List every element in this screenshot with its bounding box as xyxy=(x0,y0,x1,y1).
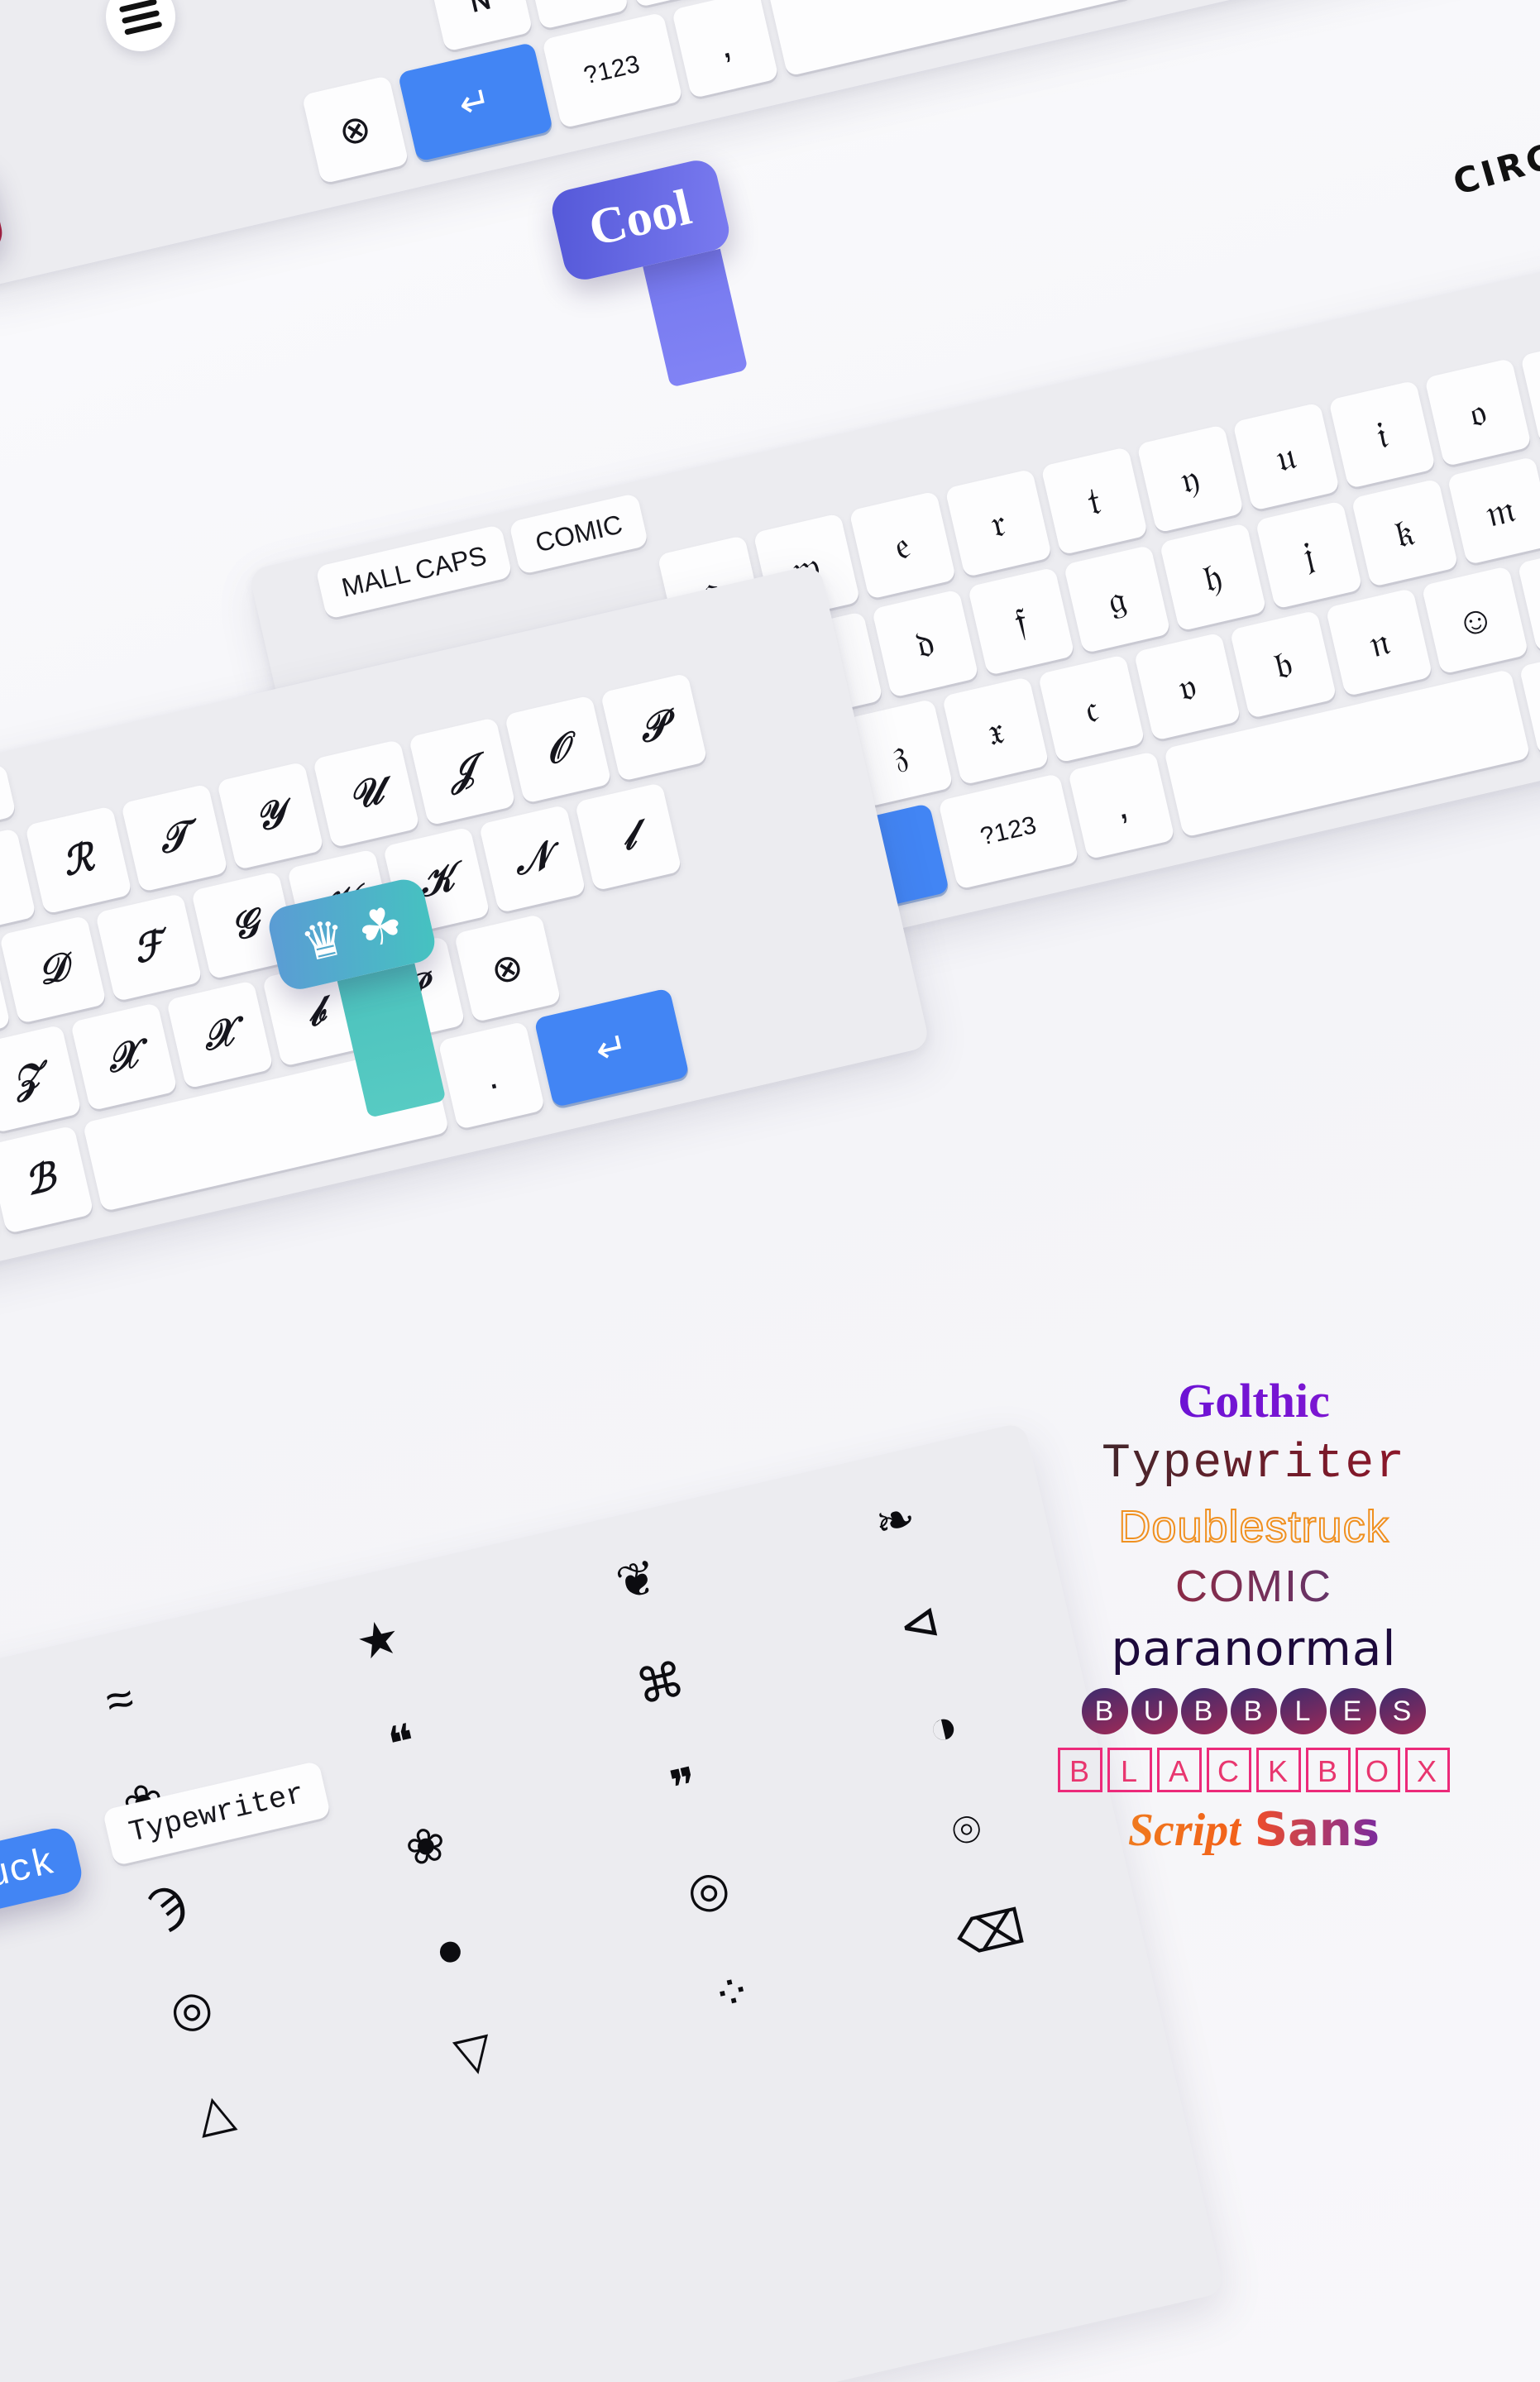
key-d[interactable]: 𝔡 xyxy=(871,589,979,698)
promo-canvas: ter ℙ ℚ ᴡ Ɛ ʀ ᴛ ʏ ᴜ ɪ ᴏ ᴘ ⓞ Α Ｓ Ｄ Ｆ ɢ ᴴ … xyxy=(0,0,1540,2382)
key-f[interactable]: ℱ xyxy=(94,892,203,1002)
key-x[interactable]: 𝔵 xyxy=(941,676,1050,786)
key-comma[interactable]: , xyxy=(671,0,779,99)
key-r[interactable]: ℛ xyxy=(24,806,132,915)
key-m[interactable]: 𝔫 xyxy=(1325,587,1433,697)
font-style-list: Golthic Typewriter Doublestruck COMIC pa… xyxy=(973,1375,1502,1868)
key-l[interactable]: 𝔪 xyxy=(1447,456,1540,566)
font-name-bubbles: BUBBLES xyxy=(1006,1687,1502,1735)
font-name-gothic: Golthic xyxy=(1006,1375,1502,1427)
key-b[interactable]: 𝔟 xyxy=(1229,610,1337,720)
key-b[interactable]: 𝒳 xyxy=(165,980,274,1089)
key-numbers[interactable]: ?123 xyxy=(541,12,683,129)
font-name-typewriter: Typewriter xyxy=(1006,1439,1502,1490)
circle-font-label: CIRC xyxy=(1449,135,1540,203)
key-k[interactable]: 𝔨 xyxy=(1351,478,1459,588)
blackbox-letter: O xyxy=(1356,1748,1400,1793)
bubble-letter: L xyxy=(1280,1688,1327,1735)
key-x[interactable]: 𝒳 xyxy=(69,1002,178,1112)
font-name-comic: COMIC xyxy=(1006,1563,1502,1610)
blackbox-letter: K xyxy=(1256,1748,1301,1793)
key-p[interactable]: 𝒫 xyxy=(600,672,708,782)
key-k[interactable]: 𝒩 xyxy=(478,804,586,914)
font-name-script-sans: Script Sans xyxy=(1006,1806,1502,1855)
bubble-letter: U xyxy=(1131,1688,1178,1735)
bubble-letter: B xyxy=(1231,1688,1277,1735)
key-u[interactable]: 𝔲 xyxy=(1232,402,1340,511)
key-o[interactable]: 𝒪 xyxy=(504,695,612,804)
cool-tooltip: Cool xyxy=(548,156,761,404)
blackbox-letter: X xyxy=(1405,1748,1450,1793)
serif-script-keyboard[interactable]: Serif Serif Se 𝒬 𝒲 ℰ ℛ 𝒯 𝒴 𝒰 𝒥 𝒪 𝒫 𝒜 𝒮 𝒟… xyxy=(0,563,931,1335)
font-name-blackbox: BLACKBOX xyxy=(1006,1748,1502,1793)
blackbox-letter: L xyxy=(1107,1748,1152,1793)
key-N[interactable]: ɴ xyxy=(425,0,533,52)
key-r[interactable]: 𝔯 xyxy=(944,468,1052,578)
key-numbers[interactable]: ?123 xyxy=(938,772,1079,890)
key-space[interactable] xyxy=(767,0,1135,77)
key-f[interactable]: 𝔣 xyxy=(967,567,1075,677)
font-name-script: Script xyxy=(1127,1805,1241,1857)
blackbox-letter: A xyxy=(1157,1748,1202,1793)
key-o[interactable]: 𝔬 xyxy=(1423,357,1532,467)
key-j[interactable]: 𝔧 xyxy=(1255,500,1363,610)
key-e[interactable]: 𝔢 xyxy=(848,490,956,600)
font-name-doublestruck: Doublestruck xyxy=(1117,1501,1389,1552)
tab-serif-3[interactable]: Se xyxy=(0,763,17,832)
blackbox-letter: C xyxy=(1207,1748,1251,1793)
key-t[interactable]: 𝒯 xyxy=(120,783,228,892)
key-i[interactable]: 𝒥 xyxy=(408,717,516,826)
bubble-letter: S xyxy=(1380,1688,1426,1735)
doublestruck-keyboard[interactable]: ter ℙ ℚ ᴡ Ɛ ʀ ᴛ ʏ ᴜ ɪ ᴏ ᴘ ⓞ Α Ｓ Ｄ Ｆ ɢ ᴴ … xyxy=(0,0,1540,293)
key-enter[interactable]: ↵ xyxy=(533,988,690,1108)
tooltip-stem xyxy=(337,963,447,1118)
blackbox-letter: B xyxy=(1306,1748,1351,1793)
key-backspace[interactable]: ⊗ xyxy=(301,75,409,184)
key-v[interactable]: 𝔳 xyxy=(1133,632,1241,741)
font-name-paranormal: paranormal xyxy=(1111,1620,1397,1677)
key-h[interactable]: 𝔥 xyxy=(1159,523,1267,632)
key-i[interactable]: 𝔦 xyxy=(1327,380,1436,490)
key-y[interactable]: 𝒴 xyxy=(216,761,324,871)
bubble-letter: E xyxy=(1330,1688,1376,1735)
key-y[interactable]: 𝔶 xyxy=(1136,424,1244,533)
key-comma[interactable]: , xyxy=(1067,751,1175,860)
bubble-letter: B xyxy=(1181,1688,1227,1735)
key-emoji[interactable]: ☺ xyxy=(1421,566,1529,675)
key-enter[interactable]: ↵ xyxy=(397,41,553,162)
blackbox-letter: B xyxy=(1058,1748,1102,1793)
key-c[interactable]: ℬ xyxy=(0,1125,94,1234)
tooltip-stem xyxy=(643,248,748,388)
key-d[interactable]: 𝒟 xyxy=(0,915,107,1025)
bubble-letter: B xyxy=(1082,1688,1128,1735)
font-name-sans: Sans xyxy=(1254,1803,1380,1858)
key-l[interactable]: 𝓁 xyxy=(574,782,682,892)
key-z[interactable]: 𝒵 xyxy=(0,1024,82,1134)
key-u[interactable]: 𝒰 xyxy=(312,739,420,849)
key-g[interactable]: 𝔤 xyxy=(1063,544,1171,654)
key-t[interactable]: 𝔱 xyxy=(1040,447,1148,556)
key-c[interactable]: 𝔠 xyxy=(1037,654,1145,763)
key-backspace[interactable]: ⊗ xyxy=(453,913,562,1023)
